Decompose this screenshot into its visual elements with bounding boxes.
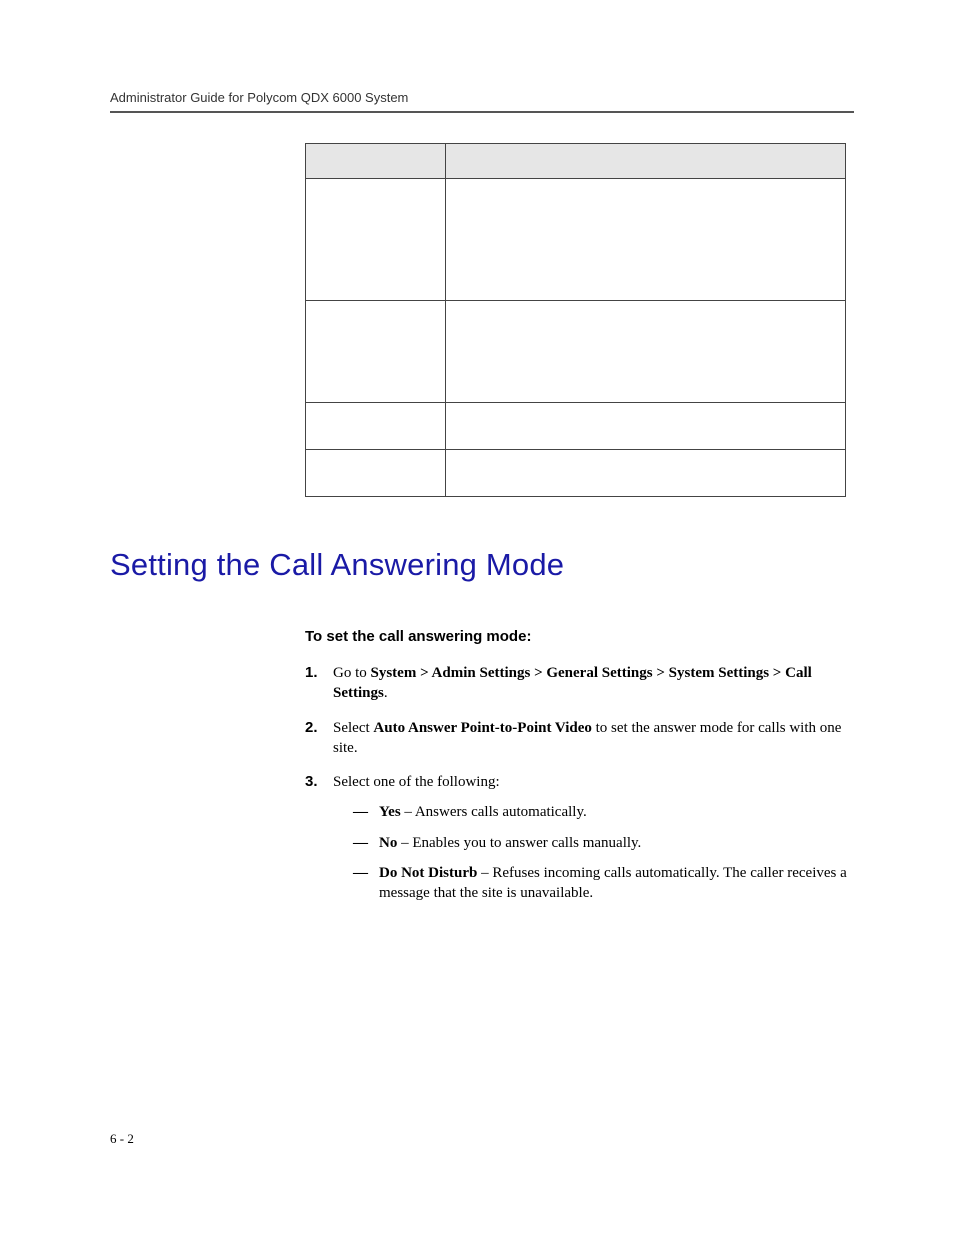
instructions-block: To set the call answering mode: Go to Sy… <box>305 628 854 903</box>
step-3: Select one of the following: Yes – Answe… <box>305 772 854 903</box>
options-list: Yes – Answers calls automatically. No – … <box>353 802 854 903</box>
option-dnd: Do Not Disturb – Refuses incoming calls … <box>353 863 854 904</box>
steps-list: Go to System > Admin Settings > General … <box>305 663 854 903</box>
option-no-bold: No <box>379 835 397 851</box>
instructions-lead: To set the call answering mode: <box>305 628 854 645</box>
table-cell <box>306 179 446 301</box>
table-row <box>306 450 846 497</box>
header-rule <box>110 111 854 113</box>
table-cell <box>306 301 446 403</box>
option-no-post: – Enables you to answer calls manually. <box>397 835 641 851</box>
main-content <box>305 143 854 497</box>
option-dnd-bold: Do Not Disturb <box>379 865 477 881</box>
option-yes: Yes – Answers calls automatically. <box>353 802 854 822</box>
page-number: 6 - 2 <box>110 1131 134 1147</box>
table-row <box>306 301 846 403</box>
option-yes-bold: Yes <box>379 804 401 820</box>
step-2-pre: Select <box>333 720 373 736</box>
table-cell <box>446 403 846 450</box>
table-row <box>306 403 846 450</box>
table-row <box>306 179 846 301</box>
step-1-bold: System > Admin Settings > General Settin… <box>333 665 812 701</box>
section-heading: Setting the Call Answering Mode <box>110 547 854 583</box>
step-2: Select Auto Answer Point-to-Point Video … <box>305 718 854 759</box>
table-cell <box>446 450 846 497</box>
step-1: Go to System > Admin Settings > General … <box>305 663 854 704</box>
table-header-cell <box>446 144 846 179</box>
table-cell <box>306 403 446 450</box>
table-cell <box>446 301 846 403</box>
step-1-post: . <box>384 685 388 701</box>
header-title: Administrator Guide for Polycom QDX 6000… <box>110 90 854 105</box>
option-yes-post: – Answers calls automatically. <box>401 804 587 820</box>
table-cell <box>446 179 846 301</box>
option-no: No – Enables you to answer calls manuall… <box>353 833 854 853</box>
table-header-cell <box>306 144 446 179</box>
document-page: Administrator Guide for Polycom QDX 6000… <box>0 0 954 1235</box>
table-cell <box>306 450 446 497</box>
settings-table <box>305 143 846 497</box>
step-1-pre: Go to <box>333 665 371 681</box>
table-header-row <box>306 144 846 179</box>
step-3-text: Select one of the following: <box>333 774 500 790</box>
step-2-bold: Auto Answer Point-to-Point Video <box>373 720 591 736</box>
